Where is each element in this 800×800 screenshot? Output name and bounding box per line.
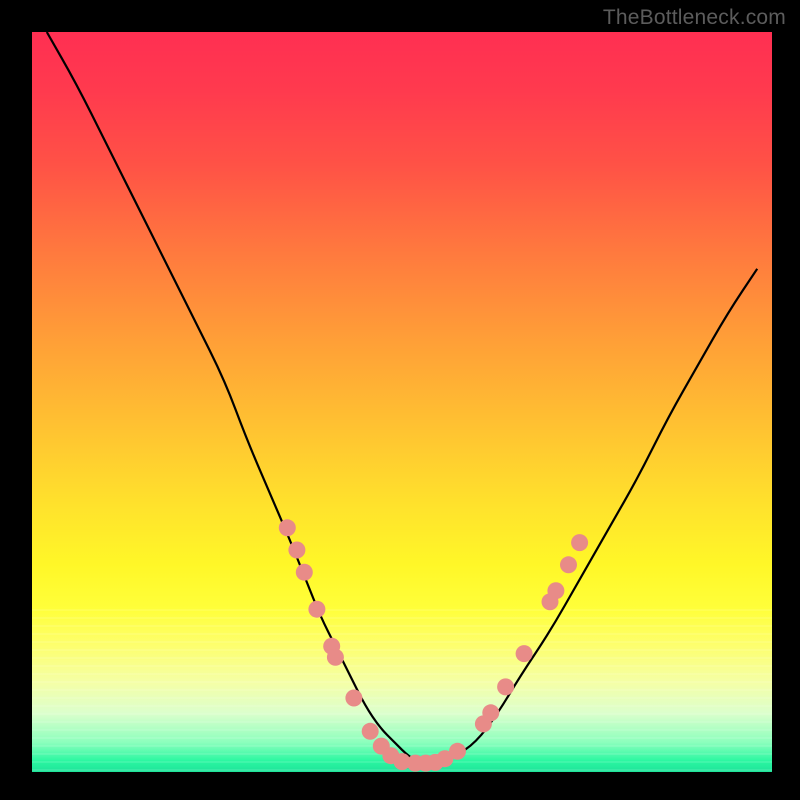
chart-svg — [32, 32, 772, 772]
curve-marker — [327, 649, 344, 666]
curve-marker — [345, 690, 362, 707]
curve-marker — [516, 645, 533, 662]
curve-marker — [288, 542, 305, 559]
curve-marker — [296, 564, 313, 581]
plot-area — [32, 32, 772, 772]
curve-marker — [279, 519, 296, 536]
curve-marker — [482, 704, 499, 721]
curve-marker — [449, 743, 466, 760]
bottleneck-curve — [47, 32, 757, 765]
watermark-text: TheBottleneck.com — [603, 6, 786, 30]
curve-marker — [497, 678, 514, 695]
curve-marker — [362, 723, 379, 740]
chart-frame: TheBottleneck.com — [0, 0, 800, 800]
curve-marker — [560, 556, 577, 573]
curve-marker — [571, 534, 588, 551]
curve-marker — [547, 582, 564, 599]
curve-marker — [308, 601, 325, 618]
